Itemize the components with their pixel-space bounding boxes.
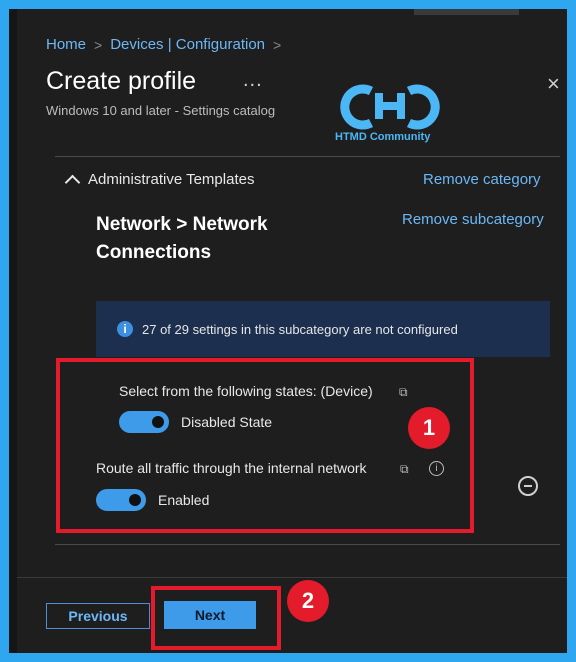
setting-label-route-traffic: Route all traffic through the internal n… bbox=[96, 460, 367, 476]
toggle-label-route-traffic: Enabled bbox=[158, 492, 210, 508]
info-icon: i bbox=[117, 321, 133, 337]
next-button[interactable]: Next bbox=[164, 601, 256, 629]
breadcrumb-home[interactable]: Home bbox=[46, 36, 86, 53]
info-banner-text: 27 of 29 settings in this subcategory ar… bbox=[142, 321, 458, 337]
copilot-icon[interactable]: ⧉ bbox=[399, 385, 413, 399]
setting-label-states: Select from the following states: (Devic… bbox=[119, 383, 373, 399]
annotation-badge-2: 2 bbox=[287, 580, 329, 622]
page-title: Create profile bbox=[46, 67, 197, 95]
toggle-enabled[interactable] bbox=[96, 489, 146, 511]
divider bbox=[55, 544, 560, 545]
toggle-knob bbox=[152, 416, 164, 428]
breadcrumb-separator: > bbox=[273, 36, 282, 53]
close-button[interactable]: × bbox=[547, 71, 560, 97]
breadcrumb: Home > Devices | Configuration > bbox=[46, 36, 281, 53]
toggle-label-states: Disabled State bbox=[181, 414, 273, 430]
category-toggle[interactable]: Administrative Templates bbox=[64, 171, 255, 191]
info-icon[interactable]: i bbox=[429, 461, 444, 476]
remove-subcategory-link[interactable]: Remove subcategory bbox=[402, 211, 544, 228]
page-subtitle: Windows 10 and later - Settings catalog bbox=[46, 103, 276, 118]
copilot-icon[interactable]: ⧉ bbox=[400, 462, 414, 476]
category-label: Administrative Templates bbox=[88, 171, 255, 188]
toggle-knob bbox=[129, 494, 141, 506]
breadcrumb-separator: > bbox=[94, 36, 103, 53]
watermark-text: HTMD Community bbox=[335, 131, 431, 143]
info-banner: i 27 of 29 settings in this subcategory … bbox=[96, 301, 550, 357]
previous-button[interactable]: Previous bbox=[46, 603, 150, 629]
more-options-button[interactable]: ... bbox=[243, 69, 263, 92]
annotation-badge-1: 1 bbox=[408, 407, 450, 449]
subcategory-title: Network > Network Connections bbox=[96, 214, 268, 263]
remove-setting-icon[interactable] bbox=[518, 476, 538, 496]
chevron-up-icon bbox=[64, 174, 81, 191]
remove-category-link[interactable]: Remove category bbox=[423, 171, 541, 188]
toggle-disabled-state[interactable] bbox=[119, 411, 169, 433]
top-strip bbox=[414, 9, 519, 15]
divider bbox=[55, 156, 560, 157]
breadcrumb-devices-configuration[interactable]: Devices | Configuration bbox=[110, 36, 265, 53]
footer-divider bbox=[17, 577, 567, 578]
profile-panel: Home > Devices | Configuration > Create … bbox=[9, 9, 567, 653]
left-edge bbox=[9, 9, 17, 653]
